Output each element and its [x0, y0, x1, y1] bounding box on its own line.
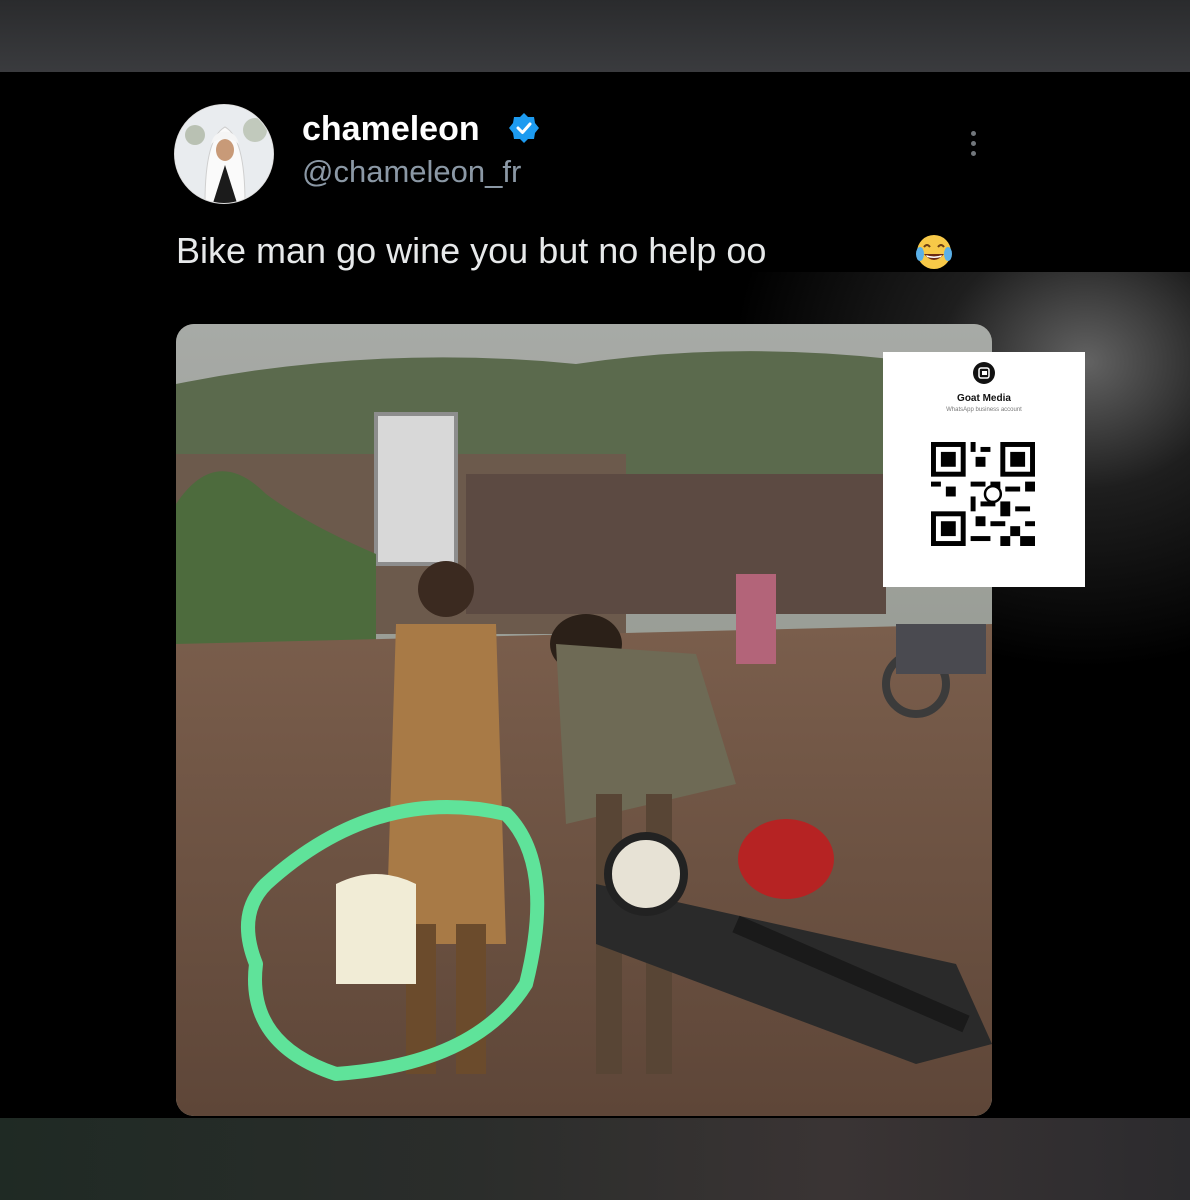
avatar[interactable] [174, 104, 274, 204]
user-handle[interactable]: @chameleon_fr [302, 154, 521, 190]
bottom-blurred-band [0, 1118, 1190, 1200]
qr-card-title: Goat Media [957, 393, 1011, 404]
verified-badge-icon [509, 113, 539, 143]
top-blurred-band [0, 0, 1190, 72]
street-photo [176, 324, 992, 1116]
goat-media-logo-icon [973, 362, 995, 384]
tweet-text: Bike man go wine you but no help oo [176, 230, 767, 271]
qr-code-icon [931, 442, 1035, 546]
face-with-tears-of-joy-icon [916, 235, 952, 269]
post-image[interactable] [176, 324, 992, 1116]
qr-code-card[interactable]: Goat Media WhatsApp business account [883, 352, 1085, 587]
qr-card-subtitle: WhatsApp business account [946, 407, 1022, 413]
more-options-icon[interactable] [956, 126, 990, 166]
display-name[interactable]: chameleon [302, 110, 480, 149]
avatar-image [175, 105, 273, 203]
